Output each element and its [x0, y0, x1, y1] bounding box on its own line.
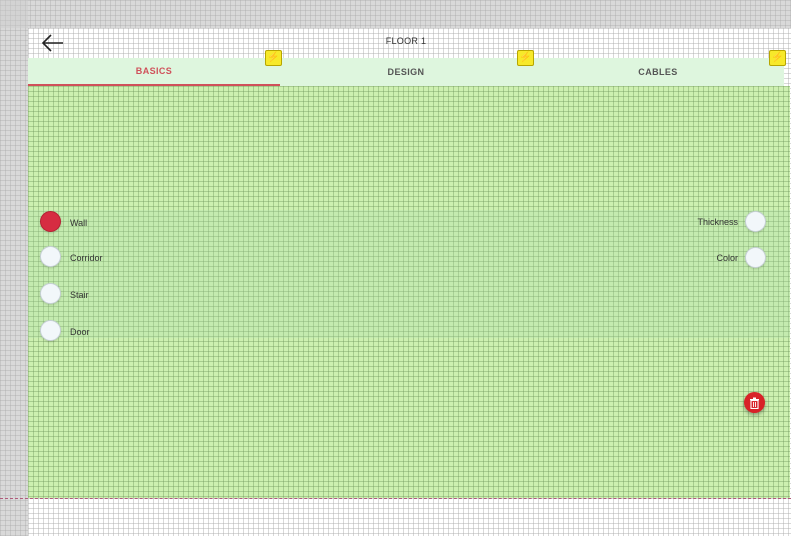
delete-button[interactable]: [744, 392, 765, 413]
tool-option-corridor[interactable]: Corridor: [40, 246, 103, 267]
arrow-left-icon: [41, 34, 63, 52]
boundary-line: [0, 498, 791, 499]
tab-label: DESIGN: [387, 67, 425, 77]
radio-button[interactable]: [40, 283, 61, 304]
tab-bar: BASICS ⚡ DESIGN ⚡ CABLES ⚡: [28, 50, 786, 86]
radio-button[interactable]: [40, 246, 61, 267]
property-label: Thickness: [697, 216, 738, 227]
tool-option-door[interactable]: Door: [40, 320, 90, 341]
back-button[interactable]: [36, 30, 70, 56]
tab-label: BASICS: [135, 66, 173, 76]
tool-option-wall[interactable]: Wall: [40, 211, 87, 232]
tool-option-stair[interactable]: Stair: [40, 283, 89, 304]
tool-label: Corridor: [70, 253, 103, 263]
radio-button[interactable]: [40, 320, 61, 341]
property-value-circle[interactable]: [745, 211, 766, 232]
trash-icon: [750, 397, 759, 409]
lightning-bolt-icon[interactable]: ⚡: [769, 50, 786, 66]
left-margin: [0, 0, 28, 536]
top-margin: [0, 0, 791, 28]
property-color[interactable]: Color: [716, 247, 766, 268]
property-thickness[interactable]: Thickness: [697, 211, 766, 232]
radio-button[interactable]: [40, 211, 61, 232]
tab-design[interactable]: DESIGN ⚡: [280, 50, 534, 86]
tab-cables[interactable]: CABLES ⚡: [532, 50, 786, 86]
property-label: Color: [716, 252, 738, 263]
tab-label: CABLES: [638, 67, 678, 77]
tool-label: Wall: [70, 218, 88, 228]
selection-strip: [28, 210, 790, 338]
tab-basics[interactable]: BASICS ⚡: [28, 50, 282, 86]
property-value-circle[interactable]: [745, 247, 766, 268]
tool-label: Door: [70, 327, 90, 337]
page-title: FLOOR 1: [385, 36, 427, 46]
tool-label: Stair: [70, 290, 89, 300]
